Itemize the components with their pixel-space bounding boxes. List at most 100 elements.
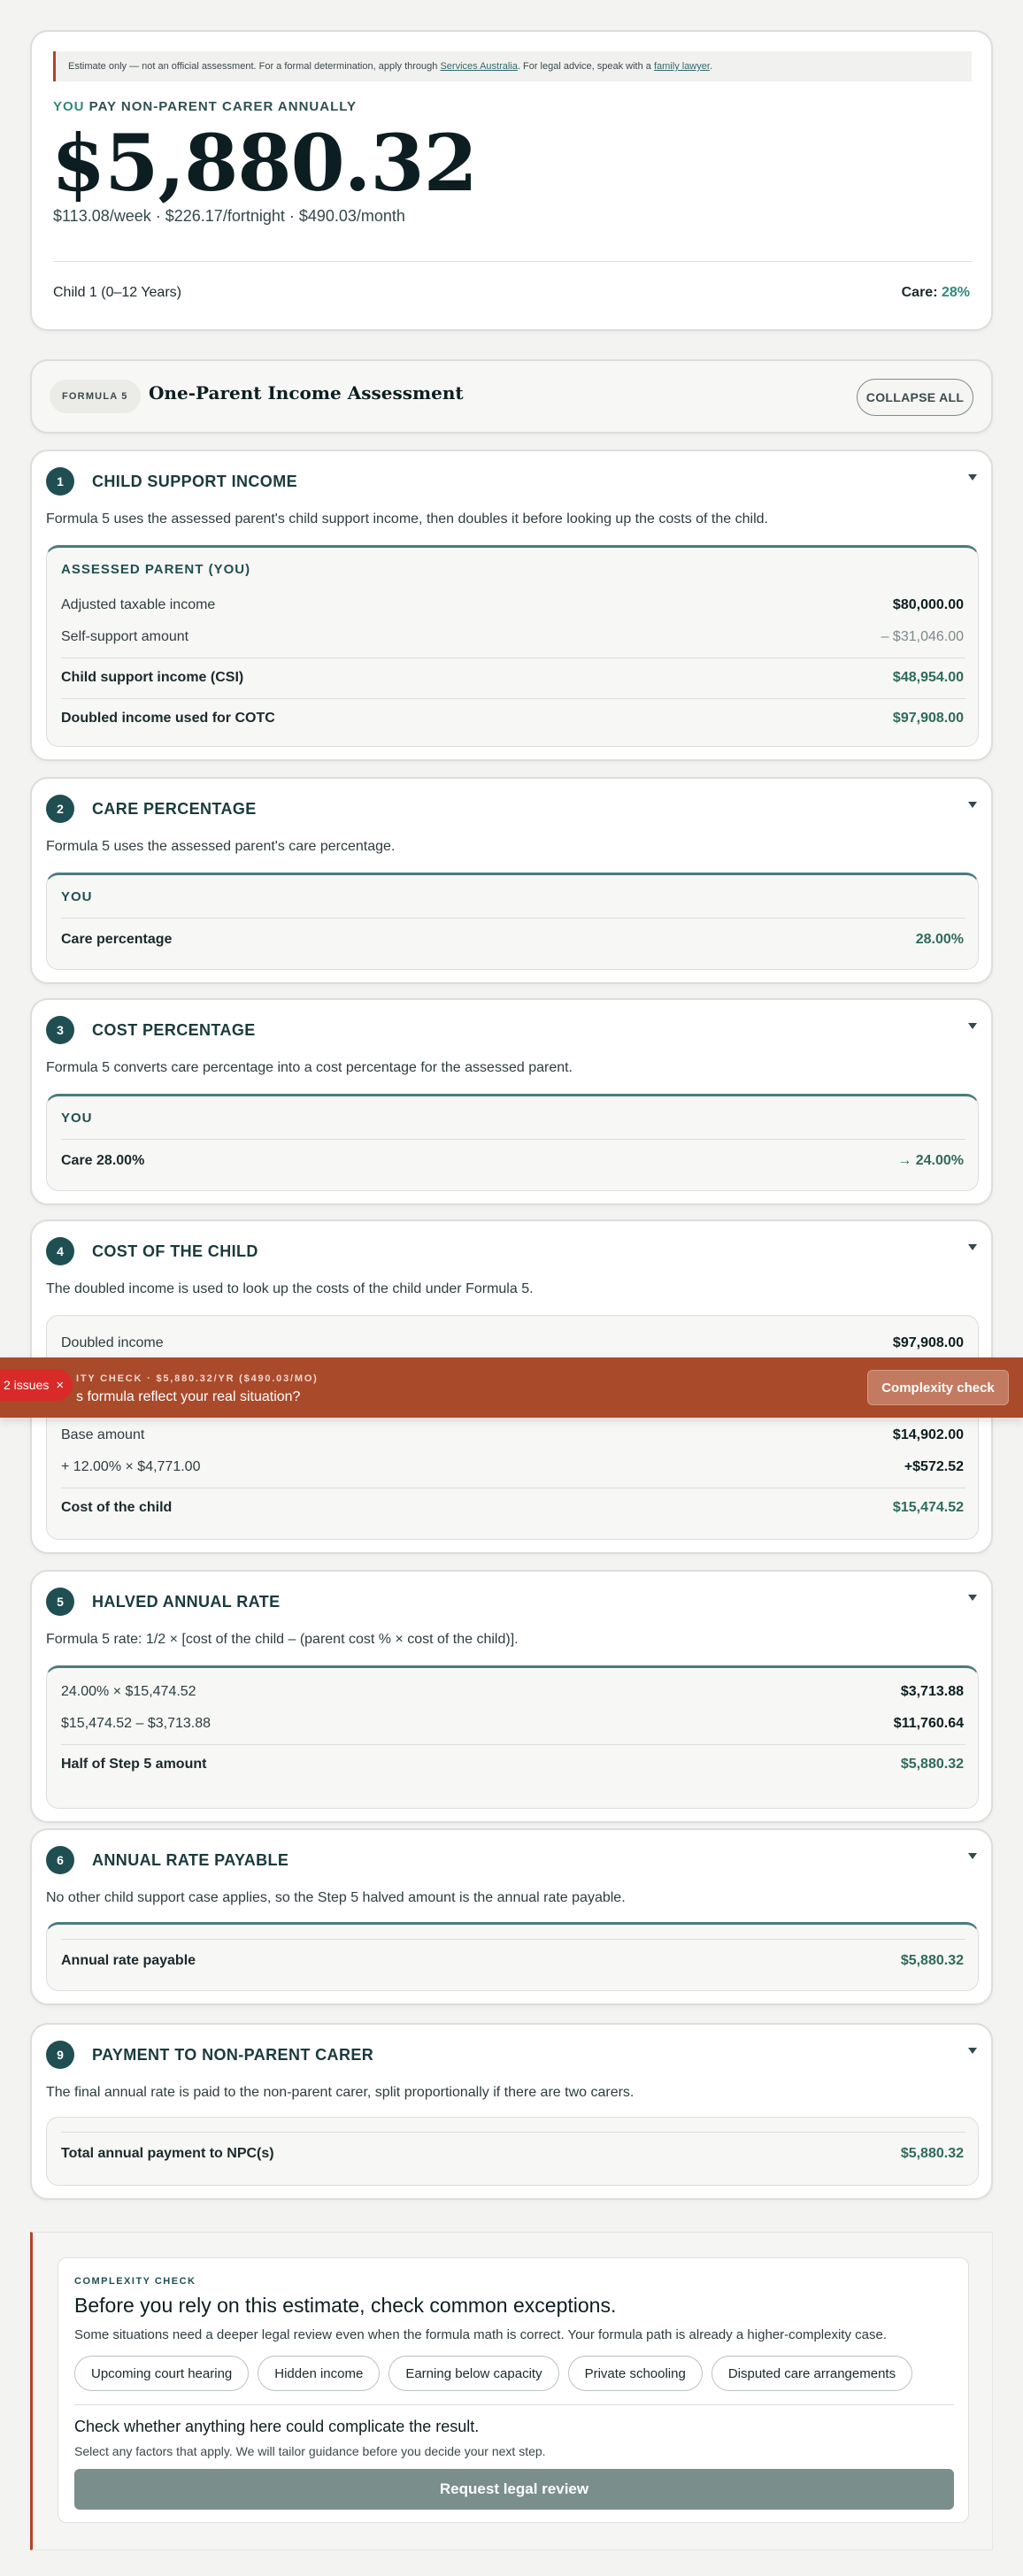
row-value: $5,880.32 (900, 1757, 964, 1772)
step-card-payment-to-npc: 9 PAYMENT TO NON-PARENT CARER The final … (30, 2023, 993, 2200)
disclaimer-banner: Estimate only — not an official assessme… (53, 51, 972, 81)
chevron-down-icon[interactable] (968, 1853, 977, 1859)
step-card-cost-percentage: 3 COST PERCENTAGE Formula 5 converts car… (30, 998, 993, 1205)
sticky-kicker: ITY CHECK · $5,880.32/YR ($490.03/MO) (76, 1373, 319, 1384)
disclaimer-text-end: . (709, 61, 712, 72)
chip-private-schooling[interactable]: Private schooling (567, 2356, 703, 2391)
step-panel: ASSESSED PARENT (YOU) Adjusted taxable i… (46, 545, 979, 747)
row-label: Annual rate payable (61, 1953, 196, 1968)
chip-hidden-income[interactable]: Hidden income (258, 2356, 381, 2391)
pay-label-rest: PAY NON-PARENT CARER ANNUALLY (84, 99, 358, 114)
complexity-kicker: COMPLEXITY CHECK (74, 2276, 196, 2287)
step-title[interactable]: HALVED ANNUAL RATE (92, 1593, 281, 1611)
row-label: Child support income (CSI) (61, 670, 244, 685)
chip-disputed-care-arrangements[interactable]: Disputed care arrangements (711, 2356, 913, 2391)
chevron-down-icon[interactable] (968, 1244, 977, 1250)
chevron-down-icon[interactable] (968, 802, 977, 808)
close-icon[interactable]: × (56, 1378, 64, 1393)
formula-badge: FORMULA 5 (50, 380, 141, 413)
complexity-check-button[interactable]: Complexity check (867, 1370, 1009, 1405)
row-value: $97,908.00 (892, 1335, 964, 1350)
row-label: Base amount (61, 1427, 145, 1442)
chevron-down-icon[interactable] (968, 2048, 977, 2054)
row-label: + 12.00% × $4,771.00 (61, 1459, 201, 1474)
step-title[interactable]: CARE PERCENTAGE (92, 800, 257, 819)
row-value: → 24.00% (897, 1153, 964, 1168)
complexity-section: COMPLEXITY CHECK Before you rely on this… (30, 2232, 993, 2550)
chevron-down-icon[interactable] (968, 474, 977, 481)
pay-label: YOU PAY NON-PARENT CARER ANNUALLY (53, 99, 357, 114)
services-australia-link[interactable]: Services Australia (440, 61, 517, 72)
row-label: Cost of the child (61, 1500, 173, 1515)
annual-amount: $5,880.32 (51, 117, 478, 209)
issues-label: 2 issues (4, 1378, 50, 1392)
complexity-sticky-bar: 2 issues × ITY CHECK · $5,880.32/YR ($490… (0, 1357, 1023, 1418)
step-number: 4 (46, 1237, 74, 1265)
complexity-hint: Select any factors that apply. We will t… (74, 2444, 546, 2458)
row-label: $15,474.52 – $3,713.88 (61, 1716, 212, 1731)
step-title[interactable]: ANNUAL RATE PAYABLE (92, 1851, 288, 1870)
row-value: $11,760.64 (893, 1716, 964, 1731)
factor-chips: Upcoming court hearing Hidden income Ear… (74, 2356, 913, 2391)
care-percent: 28% (941, 285, 970, 300)
row-value: $15,474.52 (892, 1500, 964, 1515)
chip-upcoming-court-hearing[interactable]: Upcoming court hearing (74, 2356, 250, 2391)
step-title[interactable]: CHILD SUPPORT INCOME (92, 473, 297, 491)
step-card-halved-annual-rate: 5 HALVED ANNUAL RATE Formula 5 rate: 1/2… (30, 1570, 993, 1823)
step-panel: Annual rate payable $5,880.32 (46, 1922, 979, 1991)
step-panel: YOU Care 28.00% → 24.00% (46, 1094, 979, 1191)
row-value: $80,000.00 (892, 597, 964, 612)
collapse-all-button[interactable]: COLLAPSE ALL (857, 379, 973, 416)
row-value: $97,908.00 (892, 711, 964, 726)
issues-badge[interactable]: 2 issues × (0, 1369, 73, 1401)
request-legal-review-button[interactable]: Request legal review (74, 2469, 954, 2510)
complexity-question: Check whether anything here could compli… (74, 2418, 480, 2435)
row-value: 28.00% (915, 932, 964, 947)
panel-label: YOU (61, 889, 93, 904)
step-title[interactable]: PAYMENT TO NON-PARENT CARER (92, 2046, 373, 2065)
row-label: Self-support amount (61, 629, 189, 644)
chevron-down-icon[interactable] (968, 1595, 977, 1601)
row-value: – $31,046.00 (881, 629, 964, 644)
step-description: No other child support case applies, so … (46, 1890, 626, 1905)
row-value: $14,902.00 (892, 1427, 964, 1442)
divider (61, 698, 965, 699)
chip-earning-below-capacity[interactable]: Earning below capacity (388, 2356, 559, 2391)
sticky-question: s formula reflect your real situation? (76, 1389, 301, 1404)
step-number: 2 (46, 795, 74, 823)
complexity-card: COMPLEXITY CHECK Before you rely on this… (58, 2257, 969, 2523)
step-description: Formula 5 converts care percentage into … (46, 1060, 573, 1075)
care-label: Care: (901, 285, 942, 300)
disclaimer-text-mid: . For legal advice, speak with a (517, 61, 654, 72)
step-description: The final annual rate is paid to the non… (46, 2085, 635, 2100)
step-description: Formula 5 uses the assessed parent's car… (46, 839, 396, 854)
complexity-subtext: Some situations need a deeper legal revi… (74, 2327, 887, 2342)
row-label: Half of Step 5 amount (61, 1757, 207, 1772)
row-value: $5,880.32 (900, 1953, 964, 1968)
divider (61, 657, 965, 658)
family-lawyer-link[interactable]: family lawyer (654, 61, 710, 72)
divider (61, 1139, 965, 1140)
row-label: 24.00% × $15,474.52 (61, 1684, 196, 1699)
divider (74, 2404, 954, 2405)
row-label: Adjusted taxable income (61, 597, 216, 612)
disclaimer-text: Estimate only — not an official assessme… (68, 61, 441, 72)
step-title[interactable]: COST PERCENTAGE (92, 1021, 256, 1040)
divider (61, 918, 965, 919)
row-label: Care percentage (61, 932, 173, 947)
step-panel: YOU Care percentage 28.00% (46, 873, 979, 970)
row-value: $48,954.00 (892, 670, 964, 685)
step-number: 5 (46, 1588, 74, 1616)
row-value: $3,713.88 (900, 1684, 964, 1699)
row-label: Care 28.00% (61, 1153, 145, 1168)
row-label: Doubled income (61, 1335, 164, 1350)
pay-label-you: YOU (53, 99, 85, 114)
step-card-annual-rate-payable: 6 ANNUAL RATE PAYABLE No other child sup… (30, 1828, 993, 2005)
formula-title: One-Parent Income Assessment (149, 382, 464, 404)
step-description: Formula 5 uses the assessed parent's chi… (46, 511, 768, 527)
care-value: Care: 28% (902, 285, 970, 301)
step-title[interactable]: COST OF THE CHILD (92, 1242, 258, 1261)
formula-header: FORMULA 5 One-Parent Income Assessment C… (30, 359, 993, 434)
step-card-care-percentage: 2 CARE PERCENTAGE Formula 5 uses the ass… (30, 777, 993, 984)
chevron-down-icon[interactable] (968, 1023, 977, 1029)
